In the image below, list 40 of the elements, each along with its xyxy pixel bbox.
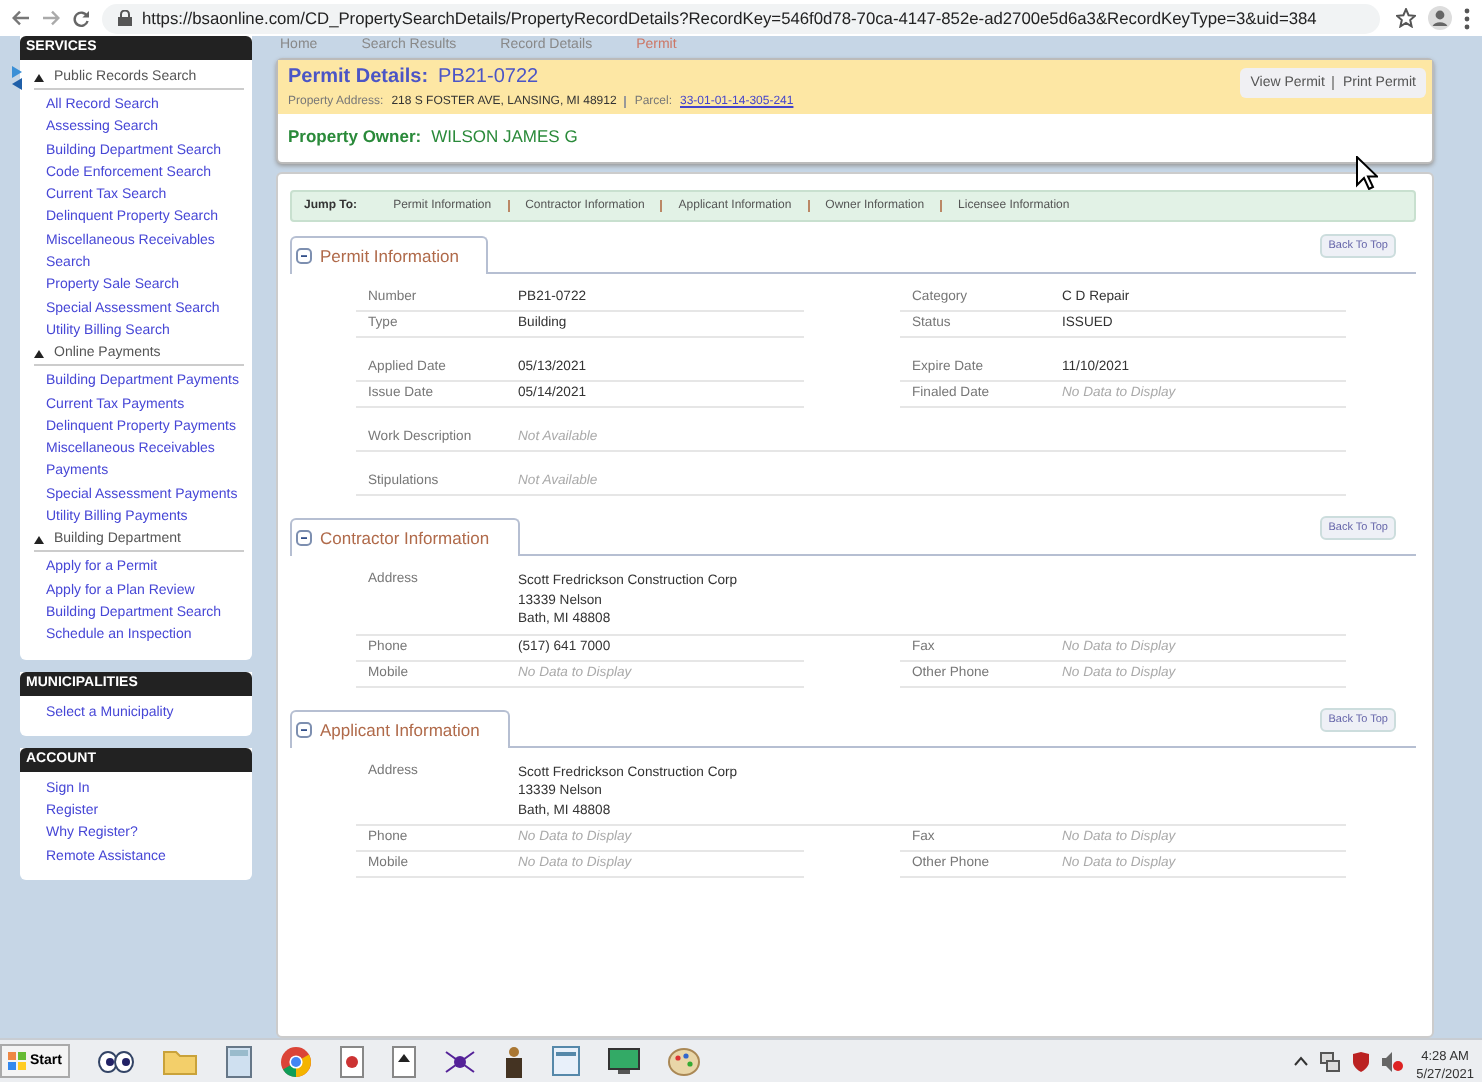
expand-triangle-icon[interactable] <box>34 73 44 81</box>
permit-details-label: Permit Details: <box>288 66 429 88</box>
section-title: Applicant Information <box>320 719 480 739</box>
star-icon[interactable] <box>1396 8 1416 28</box>
collapse-icon[interactable] <box>296 248 312 264</box>
network-icon[interactable] <box>1320 1051 1341 1071</box>
tray-caret-icon[interactable] <box>1294 1056 1309 1066</box>
expand-triangle-icon[interactable] <box>34 535 44 544</box>
monitor-icon[interactable] <box>607 1047 640 1075</box>
collapse-arrows-icon[interactable] <box>12 66 24 90</box>
chrome-icon[interactable] <box>279 1045 312 1077</box>
owner-label: Property Owner: <box>288 126 422 146</box>
menu-icon[interactable] <box>1464 7 1470 29</box>
muted-speaker-icon[interactable] <box>1382 1051 1405 1071</box>
eyes-icon[interactable] <box>97 1049 134 1073</box>
collapse-icon[interactable] <box>296 721 312 737</box>
document-icon[interactable] <box>551 1046 580 1076</box>
figure-icon[interactable] <box>503 1045 524 1077</box>
back-icon[interactable] <box>12 10 30 26</box>
lock-icon <box>118 10 132 26</box>
playing-card-icon[interactable] <box>339 1045 364 1077</box>
shield-icon[interactable] <box>1352 1051 1371 1071</box>
section-tab[interactable]: Contractor Information <box>290 518 520 556</box>
permit-number: PB21-0722 <box>438 66 539 88</box>
spider-icon[interactable] <box>443 1047 476 1075</box>
section-title: Permit Information <box>320 246 459 266</box>
url-text: https://bsaonline.com/CD_PropertySearchDetails/PropertyRecordDetails?RecordKey=546f0d78-70ca-4147-852e-ad2700e5d6a3&RecordKeyType=3&uid=384 <box>142 8 1317 28</box>
paint-palette-icon[interactable] <box>667 1046 700 1076</box>
collapse-icon[interactable] <box>296 530 312 546</box>
address-bar[interactable]: https://bsaonline.com/CD_PropertySearchDetails/PropertyRecordDetails?RecordKey=546f0d78-70ca-4147-852e-ad2700e5d6a3&RecordKeyType=3&uid=384 <box>102 3 1380 33</box>
section-tab[interactable]: Applicant Information <box>290 709 510 747</box>
section-tab[interactable]: Permit Information <box>290 236 489 274</box>
section-title: Contractor Information <box>320 528 490 548</box>
profile-icon[interactable] <box>1428 6 1452 30</box>
windows-logo-icon <box>8 1052 26 1070</box>
owner-name: WILSON JAMES G <box>431 126 578 146</box>
spade-card-icon[interactable] <box>391 1045 416 1077</box>
expand-triangle-icon[interactable] <box>34 349 44 358</box>
calculator-icon[interactable] <box>225 1045 252 1077</box>
reload-icon[interactable] <box>72 9 90 27</box>
